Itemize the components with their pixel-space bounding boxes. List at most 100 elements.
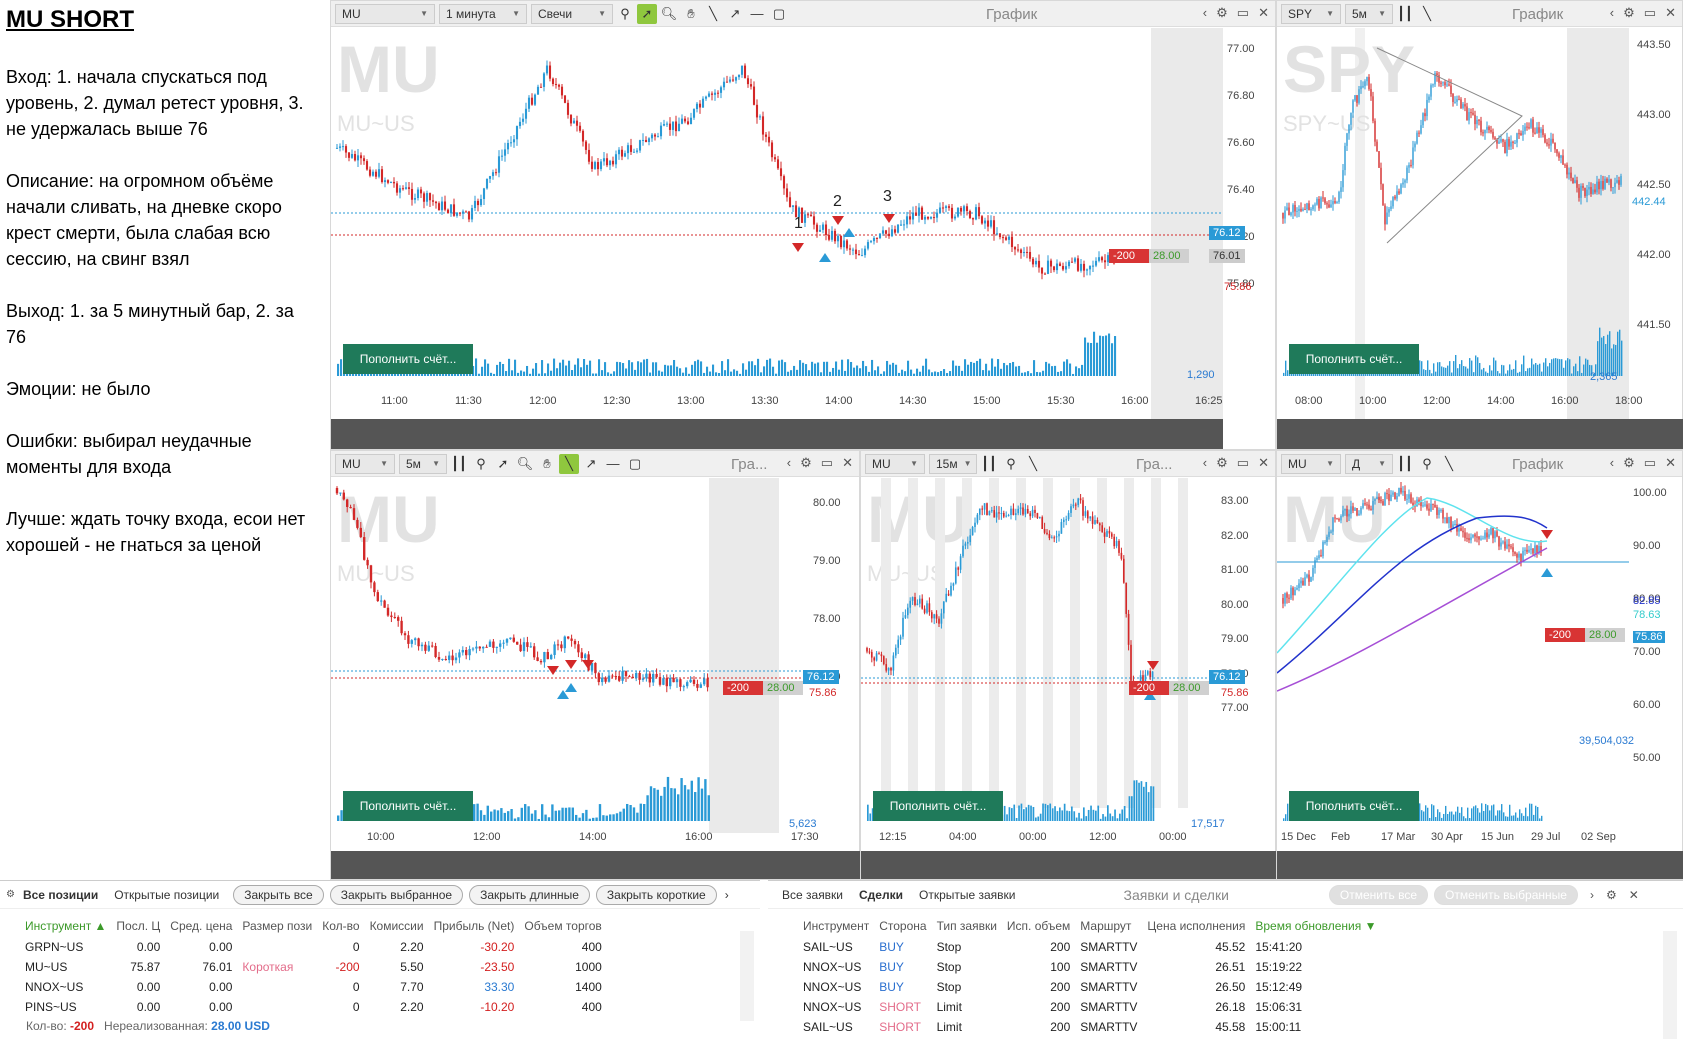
symbol-select[interactable]: MU ▼ <box>865 453 925 474</box>
maximize-icon[interactable]: ▭ <box>1644 5 1656 21</box>
gear-icon[interactable]: ⚙ <box>1216 455 1228 471</box>
cancel-all-button[interactable]: Отменить все <box>1328 884 1429 905</box>
symbol-select[interactable]: MU ▼ <box>335 453 395 474</box>
tab-trades[interactable]: Сделки <box>851 888 911 902</box>
column-header[interactable]: Размер пози <box>237 915 317 937</box>
hline-tool-icon[interactable]: — <box>747 4 767 24</box>
collapse-icon[interactable]: ‹ <box>1610 455 1614 471</box>
candles-icon[interactable]: ┃┃ <box>979 454 999 474</box>
arrow-tool-icon[interactable]: ↗ <box>725 4 745 24</box>
deposit-button[interactable]: Пополнить счёт... <box>873 791 1003 821</box>
candles-icon[interactable]: ┃┃ <box>1395 4 1415 24</box>
tab-open-orders[interactable]: Открытые заявки <box>911 888 1024 902</box>
sell-marker[interactable] <box>1541 530 1553 539</box>
table-row[interactable]: NNOX~US 0.00 0.00 0 7.70 33.30 1400 <box>20 977 607 997</box>
column-header[interactable]: Кол-во <box>317 915 364 937</box>
sell-marker[interactable] <box>832 216 844 225</box>
sell-marker[interactable] <box>565 660 577 669</box>
gear-icon[interactable]: ⚙ <box>1216 5 1228 21</box>
candles-icon[interactable]: ┃┃ <box>449 454 469 474</box>
arrow-tool-icon[interactable]: ↗ <box>581 454 601 474</box>
cursor-icon[interactable]: ➚ <box>637 3 657 24</box>
collapse-icon[interactable]: ‹ <box>787 455 791 471</box>
close-icon[interactable]: ✕ <box>1665 5 1676 21</box>
table-row[interactable]: SAIL~US BUY Stop 200 SMARTTV 45.52 15:41:20 <box>798 937 1381 957</box>
candles-icon[interactable]: ┃┃ <box>1395 454 1415 474</box>
gear-icon[interactable]: ⚙ <box>1623 455 1635 471</box>
navigator-scroller[interactable] <box>861 851 1277 879</box>
close-short-button[interactable]: Закрыть короткие <box>595 884 717 905</box>
line-tool-icon[interactable]: ╲ <box>703 4 723 24</box>
sell-marker[interactable] <box>792 243 804 252</box>
close-icon[interactable]: ✕ <box>1665 455 1676 471</box>
price-plot[interactable]: 12 3 <box>331 28 1223 368</box>
tab-open-positions[interactable]: Открытые позиции <box>106 888 227 902</box>
rect-tool-icon[interactable]: ▢ <box>769 4 789 24</box>
buy-marker[interactable] <box>565 683 577 692</box>
cursor-icon[interactable]: ➚ <box>493 454 513 474</box>
interval-select[interactable]: 5м ▼ <box>1345 3 1393 24</box>
maximize-icon[interactable]: ▭ <box>821 455 833 471</box>
column-header[interactable]: Объем торгов <box>519 915 606 937</box>
buy-marker[interactable] <box>843 228 855 237</box>
chevron-right-icon[interactable]: › <box>725 888 729 902</box>
scrollbar[interactable] <box>740 931 754 1021</box>
maximize-icon[interactable]: ▭ <box>1237 5 1249 21</box>
collapse-icon[interactable]: ‹ <box>1203 455 1207 471</box>
indicators-icon[interactable]: ⚲ <box>1417 454 1437 474</box>
maximize-icon[interactable]: ▭ <box>1644 455 1656 471</box>
hand-icon[interactable]: ✋︎ <box>537 454 557 474</box>
triangle-drawing[interactable] <box>1376 47 1523 244</box>
column-header[interactable]: Исп. объем <box>1002 915 1075 937</box>
interval-select[interactable]: 15м ▼ <box>929 453 977 474</box>
deposit-button[interactable]: Пополнить счёт... <box>1289 791 1419 821</box>
column-header[interactable]: Комиссии <box>365 915 429 937</box>
chart-type-select[interactable]: Свечи ▼ <box>531 3 613 24</box>
gear-icon[interactable]: ⚙ <box>1623 5 1635 21</box>
gear-icon[interactable]: ⚙ <box>800 455 812 471</box>
chevron-right-icon[interactable]: › <box>1590 888 1594 902</box>
scrollbar[interactable] <box>1663 931 1677 1039</box>
interval-select[interactable]: Д ▼ <box>1345 453 1393 474</box>
close-long-button[interactable]: Закрыть длинные <box>469 884 590 905</box>
table-row[interactable]: NNOX~US SHORT Limit 200 SMARTTV 26.18 15:06:31 <box>798 997 1381 1017</box>
indicators-icon[interactable]: ⚲ <box>471 454 491 474</box>
line-tool-icon[interactable]: ╲ <box>1439 454 1459 474</box>
position-qty-tag[interactable]: -200 <box>723 681 763 695</box>
close-icon[interactable]: ✕ <box>1629 888 1639 902</box>
symbol-select[interactable]: MU ▼ <box>1281 453 1341 474</box>
table-row[interactable]: MU~US 75.87 76.01 Короткая -200 5.50 -23.50 100… <box>20 957 607 977</box>
column-header[interactable]: Время обновления ▼ <box>1250 915 1381 937</box>
tab-all-positions[interactable]: Все позиции <box>15 888 106 902</box>
close-icon[interactable]: ✕ <box>1258 455 1269 471</box>
column-header[interactable]: Прибыль (Net) <box>429 915 520 937</box>
deposit-button[interactable]: Пополнить счёт... <box>343 791 473 821</box>
close-all-button[interactable]: Закрыть все <box>233 884 324 905</box>
indicators-icon[interactable]: ⚲ <box>615 4 635 24</box>
buy-marker[interactable] <box>1541 568 1553 577</box>
table-row[interactable]: GRPN~US 0.00 0.00 0 2.20 -30.20 400 <box>20 937 607 957</box>
symbol-select[interactable]: SPY ▼ <box>1281 3 1341 24</box>
interval-select[interactable]: 5м ▼ <box>399 453 447 474</box>
indicators-icon[interactable]: ⚲ <box>1001 454 1021 474</box>
column-header[interactable]: Сторона <box>874 915 931 937</box>
column-header[interactable]: Посл. Ц <box>111 915 165 937</box>
price-plot[interactable] <box>331 478 807 778</box>
gear-icon[interactable]: ⚙ <box>6 889 15 900</box>
interval-select[interactable]: 1 минута ▼ <box>439 3 527 24</box>
column-header[interactable]: Инструмент <box>798 915 874 937</box>
collapse-icon[interactable]: ‹ <box>1610 5 1614 21</box>
close-selected-button[interactable]: Закрыть выбранное <box>329 884 464 905</box>
line-tool-icon[interactable]: ╲ <box>1417 4 1437 24</box>
rect-tool-icon[interactable]: ▢ <box>625 454 645 474</box>
zoom-icon[interactable]: 🔍︎ <box>515 454 535 474</box>
column-header[interactable]: Маршрут <box>1075 915 1142 937</box>
position-qty-tag[interactable]: -200 <box>1545 628 1585 642</box>
collapse-icon[interactable]: ‹ <box>1203 5 1207 21</box>
line-tool-icon[interactable]: ╲ <box>1023 454 1043 474</box>
table-row[interactable]: NNOX~US BUY Stop 200 SMARTTV 26.50 15:12:49 <box>798 977 1381 997</box>
line-tool-icon[interactable]: ╲ <box>559 453 579 474</box>
gear-icon[interactable]: ⚙ <box>1606 888 1617 902</box>
close-icon[interactable]: ✕ <box>842 455 853 471</box>
table-row[interactable]: PINS~US 0.00 0.00 0 2.20 -10.20 400 <box>20 997 607 1017</box>
